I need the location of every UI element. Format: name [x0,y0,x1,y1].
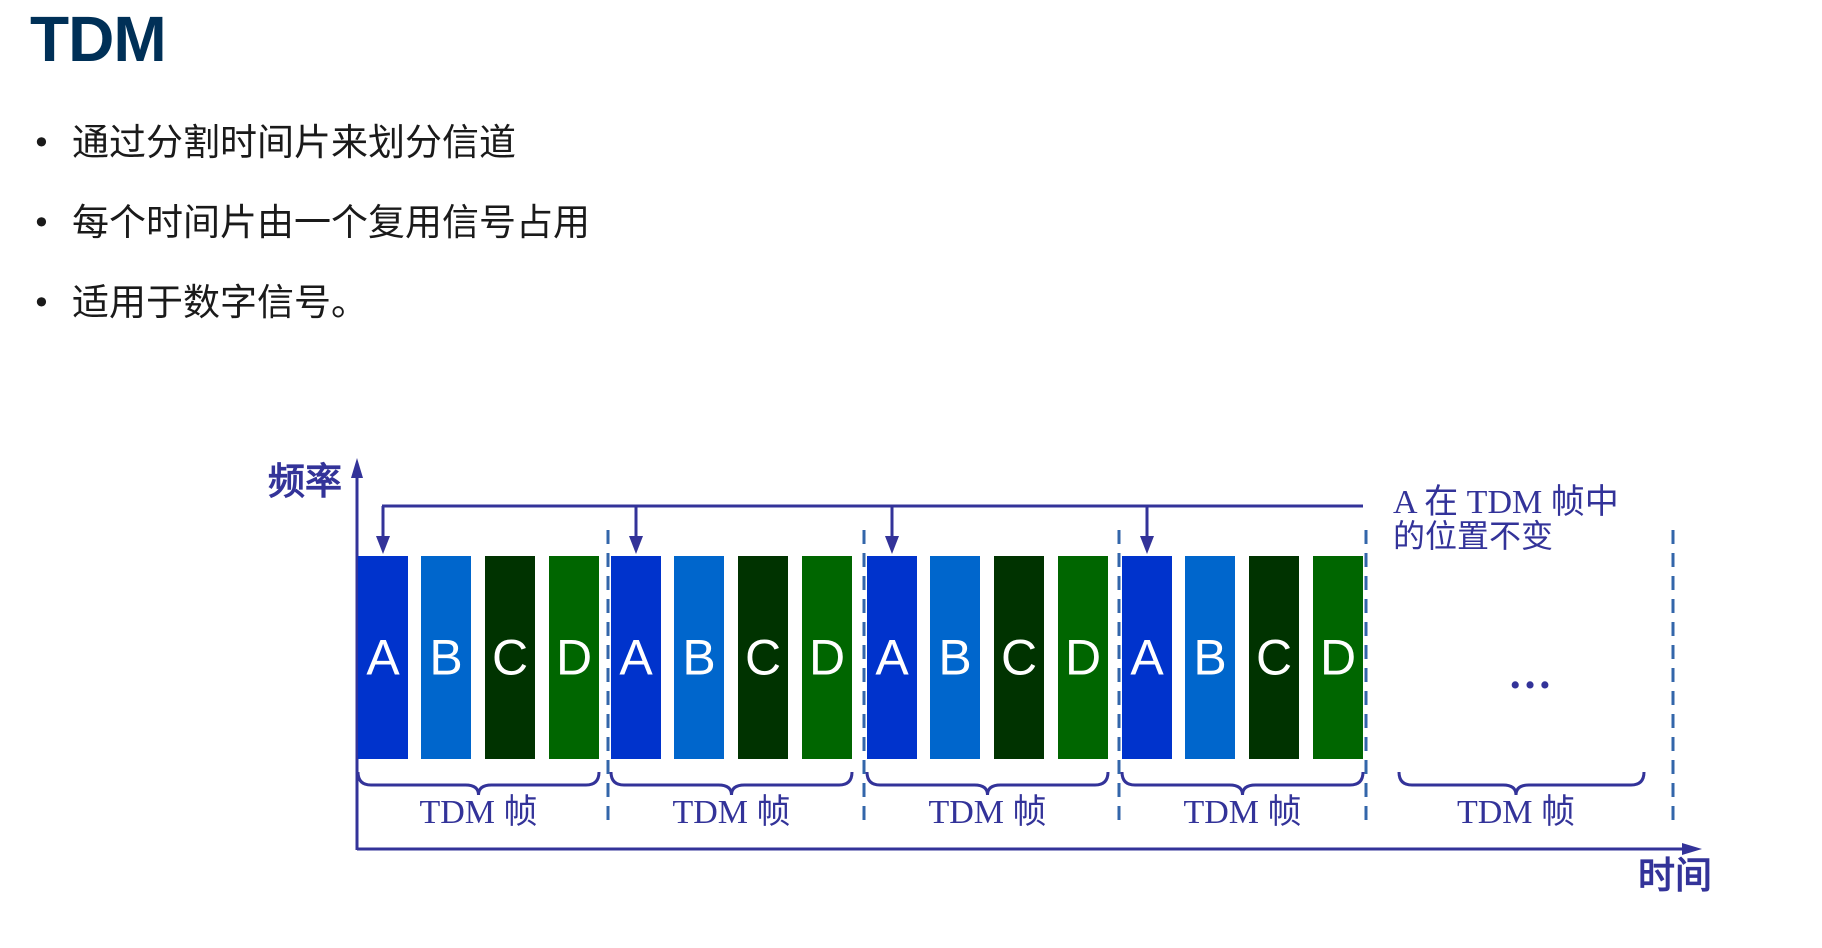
slot-label: C [1256,630,1292,686]
tdm-diagram: 频率 时间 A 在 TDM 帧中 的位置不变 A B C DTDM 帧A B C DTDM … [268,458,1712,897]
slot-label: A [875,630,909,686]
slot-label: B [682,630,715,686]
slot-label: A [366,630,400,686]
position-arrowhead [885,536,899,554]
slot-label: C [492,630,528,686]
frame-brace [356,771,601,796]
slot-label: C [745,630,781,686]
slot-label: B [1193,630,1226,686]
position-arrowhead [1140,536,1154,554]
frame-brace [609,771,854,796]
frame-brace [865,771,1110,796]
frame-label: TDM 帧 [419,793,537,831]
frame-brace [1397,771,1646,796]
y-axis-label: 频率 [268,460,342,503]
slot-label: D [556,630,592,686]
slot-label: D [809,630,845,686]
position-arrowhead [629,536,643,554]
frame-label: TDM 帧 [1457,793,1575,831]
slot-label: A [619,630,653,686]
x-axis-label: 时间 [1638,854,1712,897]
annotation-line-1: A 在 TDM 帧中 [1393,483,1619,521]
frame-label: TDM 帧 [928,793,1046,831]
slot-label: D [1065,630,1101,686]
annotation-line-2: 的位置不变 [1393,517,1553,555]
slot-label: A [1130,630,1164,686]
slot-label: B [938,630,971,686]
tdm-frames: A B C DTDM 帧A B C DTDM 帧A B C DTDM 帧A B C DTDM 帧 [356,506,1368,831]
frame-label: TDM 帧 [672,793,790,831]
y-axis-arrow [351,458,363,478]
slot-label: C [1001,630,1037,686]
ellipsis: … [1508,649,1552,698]
position-arrowhead [376,536,390,554]
frame-label: TDM 帧 [1183,793,1301,831]
slot-label: D [1320,630,1356,686]
slot-label: B [429,630,462,686]
frame-brace [1120,771,1365,796]
